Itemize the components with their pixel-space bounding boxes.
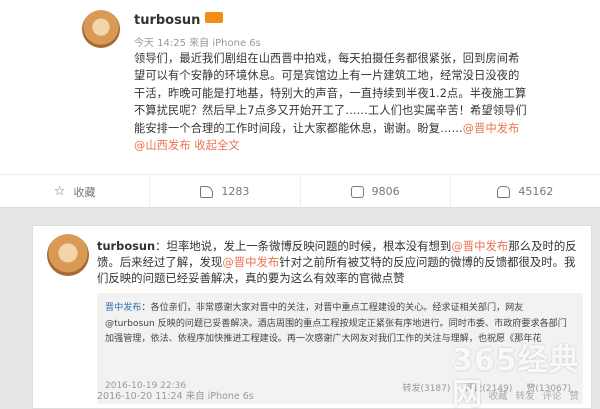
post-content: 领导们，最近我们剧组在山西晋中拍戏，每天拍摄任务都很紧张，回到房间希望可以有个安… [134,52,527,153]
mention-jinzhong-2[interactable]: @晋中发布 [222,255,279,269]
author-name[interactable]: turbosun [134,12,224,28]
avatar[interactable] [47,234,89,276]
follow-up-date: 2016-10-20 11:24 来自 iPhone 6s [97,391,254,402]
post-action-bar: ☆ 收藏 1283 9806 45162 [0,174,600,208]
collapse-link[interactable]: 收起全文 [194,139,239,152]
mention-jinzhong[interactable]: @晋中发布 [463,122,520,135]
post-meta: 今天 14:25 来自 iPhone 6s [134,38,261,49]
like-button[interactable]: 45162 [451,175,600,208]
avatar[interactable] [82,10,120,48]
share-icon [200,185,214,198]
mention-shanxi[interactable]: @山西发布 [134,139,191,152]
original-weibo-post: turbosun 今天 14:25 来自 iPhone 6s 领导们，最近我们剧… [0,0,600,208]
quoted-author[interactable]: 晋中发布 [105,303,141,313]
like-icon [497,185,511,198]
comment-icon [350,185,364,198]
favorite-button[interactable]: ☆ 收藏 [0,175,151,208]
follow-up-content: turbosun：坦率地说，发上一条微博反映问题的时候，根本没有想到@晋中发布那… [97,239,577,285]
mention-jinzhong[interactable]: @晋中发布 [451,239,508,253]
watermark: 365经典网 [452,343,580,409]
comment-button[interactable]: 9806 [301,175,451,208]
share-button[interactable]: 1283 [150,175,301,208]
author-name[interactable]: turbosun [97,239,155,253]
quoted-content: 晋中发布：各位亲们，非常感谢大家对晋中的关注，对晋中重点工程建设的关心。经求证相… [105,303,567,344]
star-icon: ☆ [53,184,66,199]
vip-badge-icon [205,12,224,23]
